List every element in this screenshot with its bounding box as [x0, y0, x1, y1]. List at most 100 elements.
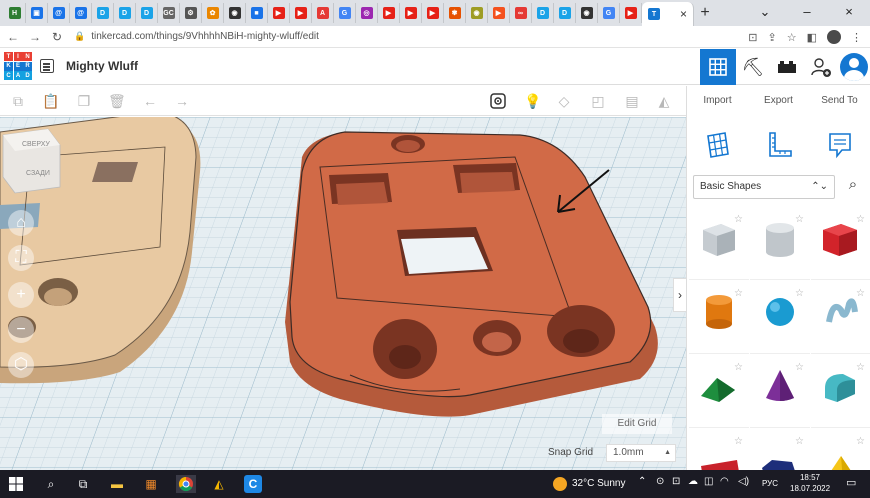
tab-close-icon[interactable]: ×	[680, 7, 687, 21]
browser-tab[interactable]: ▣	[26, 3, 48, 23]
workplane-viewport[interactable]: СВЕРХУ СЗАДИ ⌂ ⛶ + − ⬡	[0, 117, 686, 470]
edit-grid-button[interactable]: Edit Grid	[602, 414, 672, 434]
notification-icon[interactable]: ▭	[846, 476, 856, 489]
note-icon[interactable]: ◇	[556, 93, 572, 109]
browser-tab[interactable]: D	[532, 3, 554, 23]
browser-tab[interactable]: ▶	[290, 3, 312, 23]
search-icon[interactable]: ⌕	[841, 176, 865, 198]
browser-tab[interactable]: ▶	[400, 3, 422, 23]
app-c-icon[interactable]: C	[244, 475, 262, 493]
forward-icon[interactable]: →	[26, 30, 44, 44]
favorite-star-icon[interactable]: ☆	[856, 288, 865, 299]
browser-tab[interactable]: ▶	[378, 3, 400, 23]
wifi-icon[interactable]: ◠	[720, 476, 729, 487]
maximize-button[interactable]: –	[786, 0, 828, 26]
shape-box[interactable]: ☆	[811, 208, 870, 280]
snap-grid-select[interactable]: 1.0mm ▲	[606, 444, 676, 462]
reload-icon[interactable]: ↻	[48, 30, 66, 44]
browser-tab-active[interactable]: T ×	[642, 2, 694, 26]
app-a-icon[interactable]: ◭	[210, 475, 228, 493]
favorite-star-icon[interactable]: ☆	[734, 288, 743, 299]
browser-tab[interactable]: ∞	[510, 3, 532, 23]
browser-tab[interactable]: G	[598, 3, 620, 23]
shape-scribble[interactable]: ☆	[811, 282, 870, 354]
browser-tab[interactable]: ◉	[466, 3, 488, 23]
bookmark-star-icon[interactable]: ☆	[787, 31, 797, 44]
shape-polygon[interactable]: ☆	[750, 430, 810, 470]
shape-cylinder-hole[interactable]: ☆	[750, 208, 810, 280]
minimize-button[interactable]: ⌄	[744, 0, 786, 26]
weather-text[interactable]: 32°C Sunny	[572, 478, 625, 489]
clock[interactable]: 18:57 18.07.2022	[790, 472, 830, 494]
workplane-canvas[interactable]: СВЕРХУ СЗАДИ	[0, 117, 686, 470]
notes-icon[interactable]	[825, 130, 855, 160]
browser-tab[interactable]: @	[48, 3, 70, 23]
duplicate-icon[interactable]: ❐	[76, 93, 92, 109]
view-cube[interactable]: СВЕРХУ СЗАДИ	[2, 128, 61, 194]
fit-view-icon[interactable]: ⛶	[8, 245, 34, 271]
browser-tab[interactable]: ⚙	[180, 3, 202, 23]
sidepanel-icon[interactable]: ◧	[807, 31, 817, 44]
ortho-view-icon[interactable]: ⬡	[8, 352, 34, 378]
browser-tab[interactable]: ✾	[444, 3, 466, 23]
shape-cylinder[interactable]: ☆	[689, 282, 749, 354]
undo-icon[interactable]: ←	[142, 93, 158, 109]
favorite-star-icon[interactable]: ☆	[795, 214, 804, 225]
mirror-icon[interactable]: ◭	[656, 93, 672, 109]
kebab-menu-icon[interactable]: ⋮	[851, 31, 862, 44]
browser-tab[interactable]: G	[334, 3, 356, 23]
import-button[interactable]: Import	[687, 95, 748, 106]
tinkercad-logo[interactable]: TIN KER CAD	[4, 52, 32, 80]
taskbar-search-icon[interactable]: ⌕	[42, 475, 60, 493]
workplane-icon[interactable]	[703, 130, 733, 160]
browser-tab[interactable]: D	[114, 3, 136, 23]
profile-icon[interactable]	[827, 30, 841, 44]
ruler-icon[interactable]	[764, 130, 794, 160]
volume-icon[interactable]: ◁)	[738, 476, 749, 487]
favorite-star-icon[interactable]: ☆	[795, 288, 804, 299]
group-icon[interactable]: ◰	[590, 93, 606, 109]
browser-tab[interactable]: ▶	[422, 3, 444, 23]
paste-icon[interactable]: 📋	[42, 93, 59, 109]
browser-tab[interactable]: D	[554, 3, 576, 23]
shape-pyramid[interactable]: ☆	[811, 430, 870, 470]
favorite-star-icon[interactable]: ☆	[734, 214, 743, 225]
browser-tab[interactable]: ◉	[224, 3, 246, 23]
browser-tab[interactable]: @	[70, 3, 92, 23]
browser-tab[interactable]: D	[136, 3, 158, 23]
design-title[interactable]: Mighty Wluff	[66, 59, 138, 73]
favorite-star-icon[interactable]: ☆	[734, 362, 743, 373]
copy-icon[interactable]: ⧉	[10, 93, 26, 109]
send-to-button[interactable]: Send To	[809, 95, 870, 106]
browser-tab[interactable]: ▶	[488, 3, 510, 23]
install-icon[interactable]: ⊡	[748, 31, 757, 44]
browser-tab[interactable]: ◎	[356, 3, 378, 23]
design-menu-icon[interactable]	[40, 59, 54, 73]
align-icon[interactable]: ▤	[624, 93, 640, 109]
redo-icon[interactable]: →	[174, 93, 190, 109]
blocks-pickaxe-icon[interactable]: ⛏	[736, 49, 770, 85]
browser-tab[interactable]: H	[4, 3, 26, 23]
browser-tab[interactable]: A	[312, 3, 334, 23]
share-icon[interactable]: ⇪	[768, 31, 777, 44]
shape-text[interactable]: ☆	[689, 430, 749, 470]
new-tab-button[interactable]: +	[694, 4, 716, 22]
browser-tab[interactable]: ◉	[576, 3, 598, 23]
shape-roof[interactable]: ☆	[689, 356, 749, 428]
favorite-star-icon[interactable]: ☆	[856, 362, 865, 373]
browser-tab[interactable]: ■	[246, 3, 268, 23]
task-view-icon[interactable]: ⧉	[74, 475, 92, 493]
home-view-icon[interactable]: ⌂	[8, 210, 34, 236]
3d-design-button[interactable]	[700, 49, 736, 85]
browser-tab[interactable]: ✿	[202, 3, 224, 23]
file-explorer-icon[interactable]: ▬	[108, 475, 126, 493]
shape-box-hole[interactable]: ☆	[689, 208, 749, 280]
bricks-icon[interactable]	[770, 49, 804, 85]
shape-category-select[interactable]: Basic Shapes ⌃⌄	[693, 175, 835, 199]
tray-app-icon[interactable]: ⊙	[656, 476, 664, 487]
shape-round-roof[interactable]: ☆	[811, 356, 870, 428]
store-icon[interactable]: ▦	[142, 475, 160, 493]
favorite-star-icon[interactable]: ☆	[856, 214, 865, 225]
windows-start-icon[interactable]	[8, 475, 24, 493]
user-avatar[interactable]	[840, 53, 868, 81]
